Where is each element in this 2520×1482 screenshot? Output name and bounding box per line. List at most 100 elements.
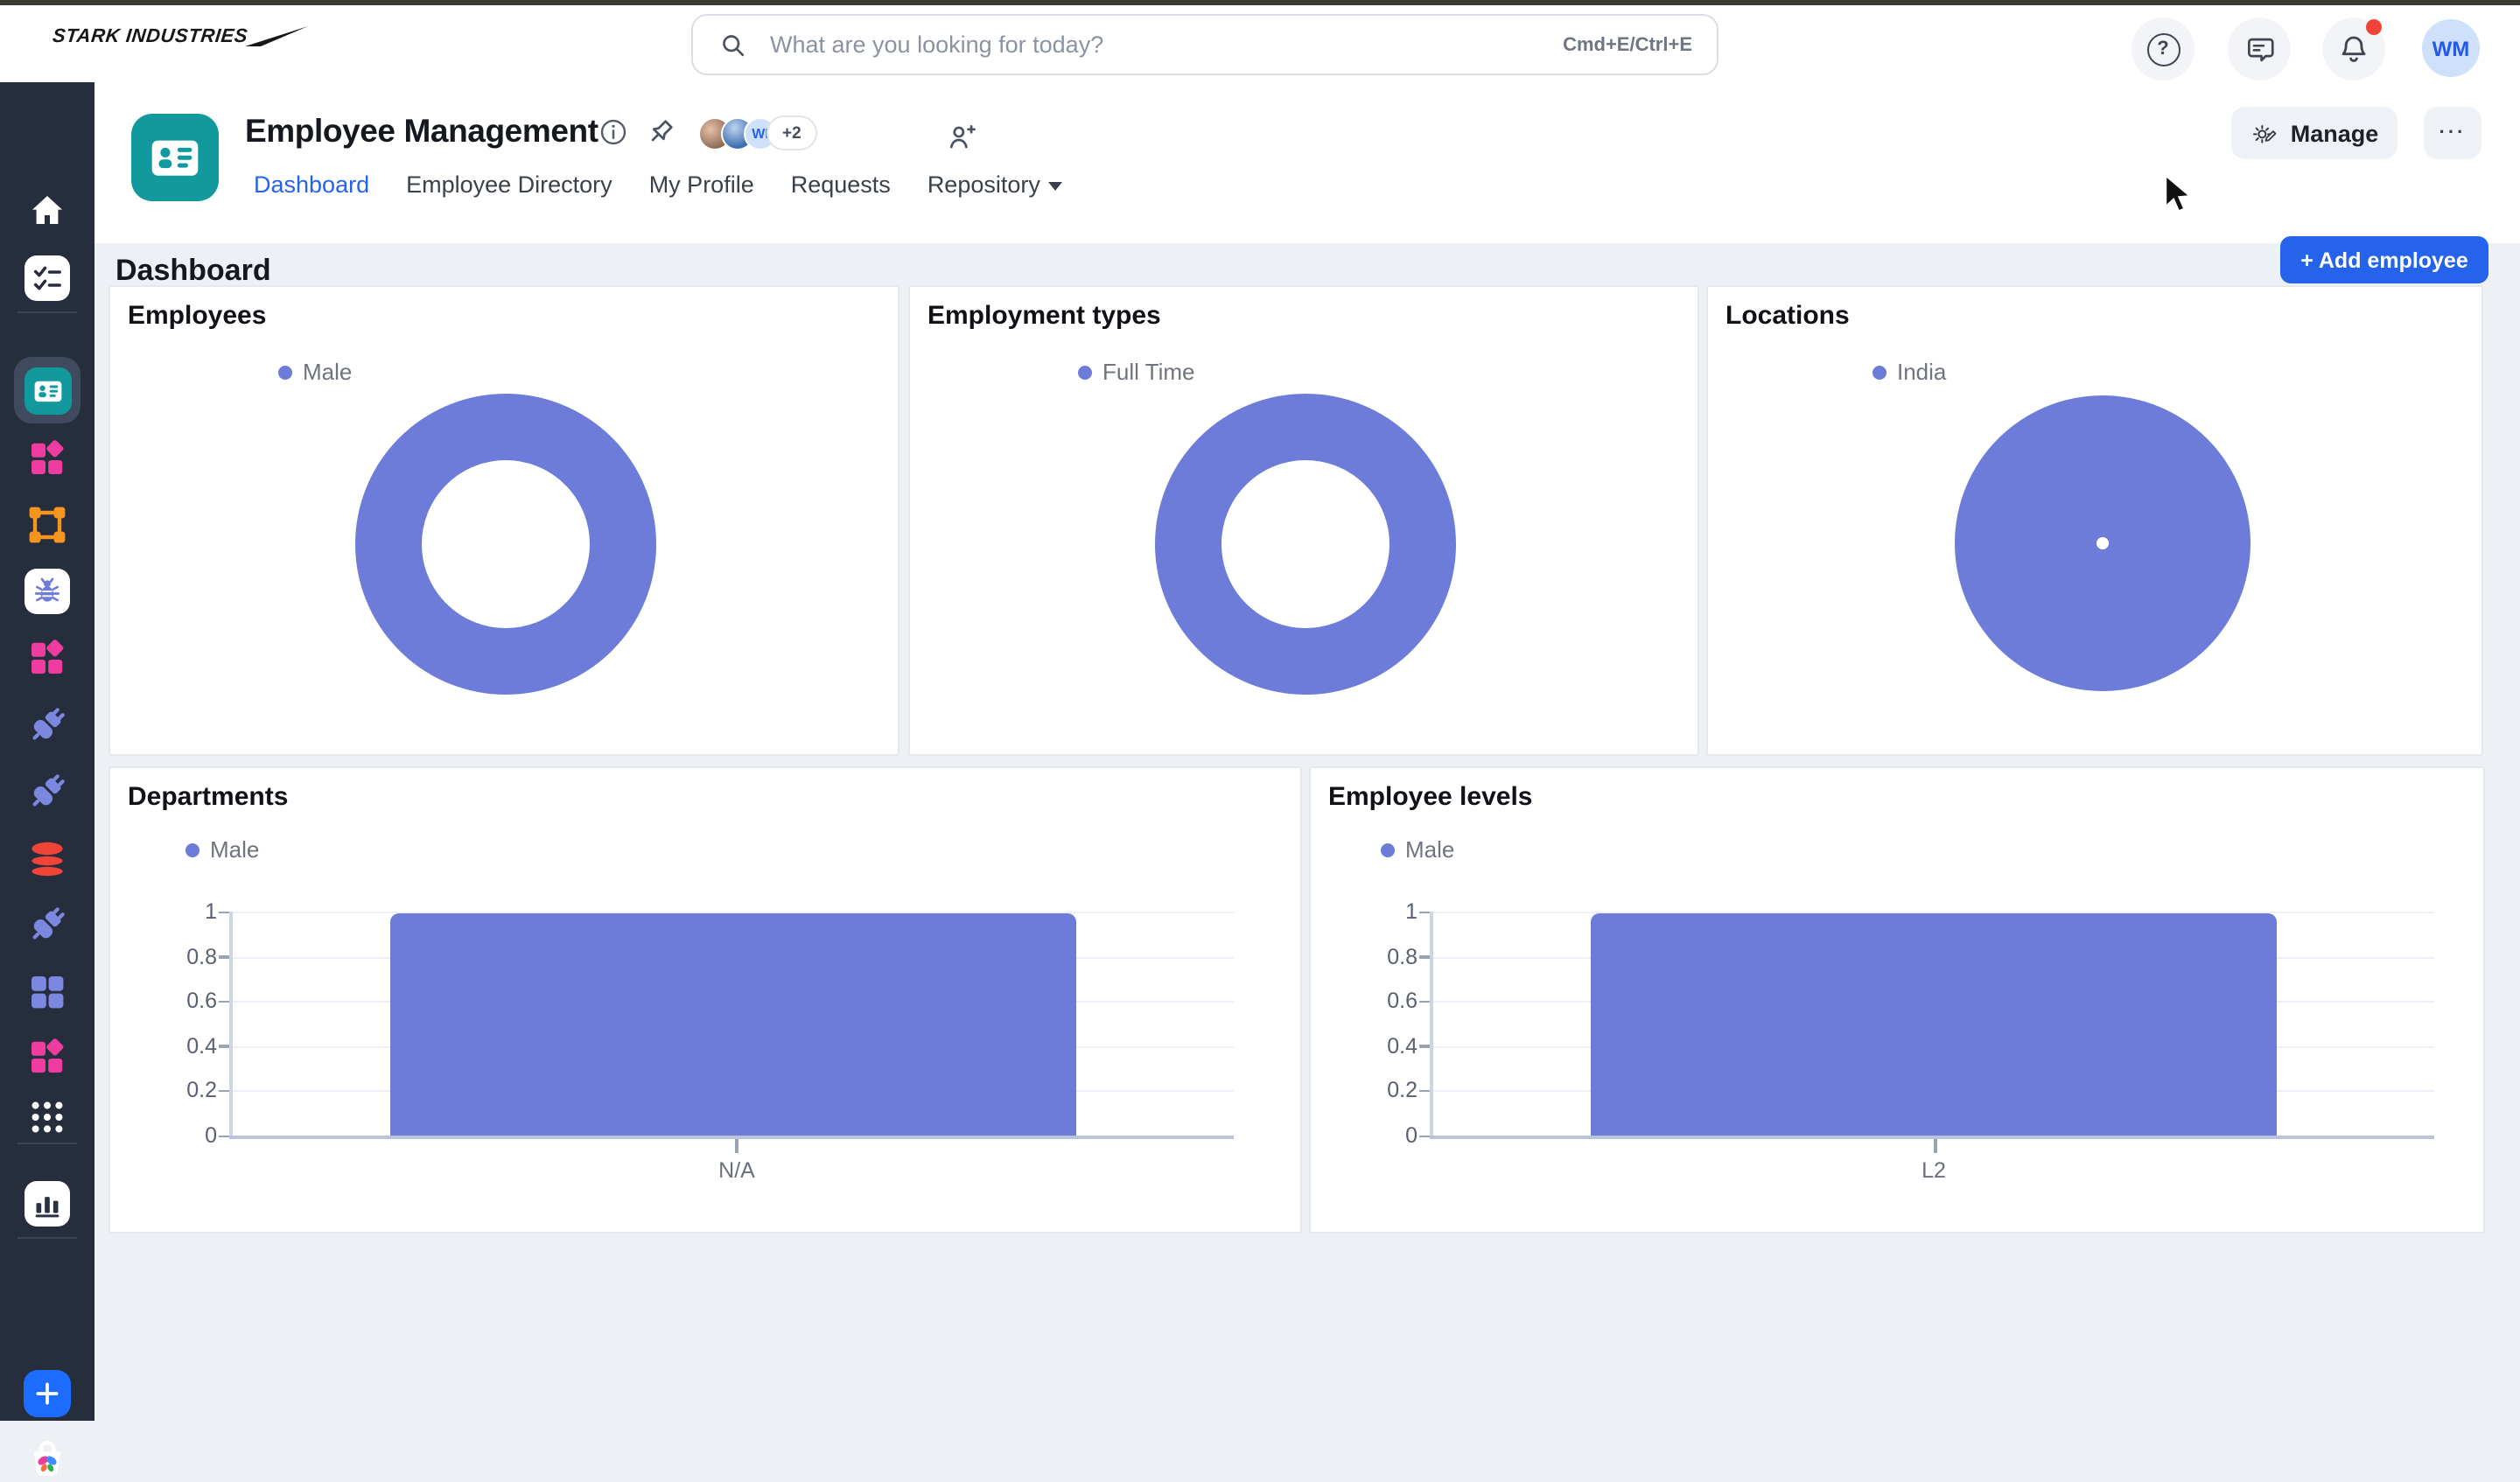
manage-button[interactable]: Manage	[2231, 107, 2398, 159]
sidebar-item-plug-2[interactable]	[25, 770, 69, 814]
y-axis-label: 1	[147, 898, 217, 926]
legend-item-male[interactable]: Male	[1381, 836, 1454, 863]
global-search[interactable]: Cmd+E/Ctrl+E	[691, 14, 1718, 75]
tab-requests[interactable]: Requests	[791, 171, 891, 198]
legend-item-male[interactable]: Male	[186, 836, 259, 863]
y-axis-label: 1	[1348, 898, 1418, 926]
sidebar-item-plug-3[interactable]	[25, 903, 69, 947]
y-axis-label: 0.2	[1348, 1077, 1418, 1105]
database-icon	[24, 836, 70, 882]
y-axis-label: 0.4	[147, 1032, 217, 1060]
tab-dashboard[interactable]: Dashboard	[254, 171, 369, 198]
top-bar: STARK INDUSTRIES Cmd+E/Ctrl+E ? WM	[0, 5, 2520, 82]
pie-center-dot	[2096, 537, 2109, 549]
sidebar-item-create-new[interactable]	[24, 1370, 71, 1417]
card-employees: Employees Male	[108, 285, 900, 756]
member-avatars[interactable]: WI +2	[698, 115, 817, 150]
sidebar-item-database[interactable]	[24, 836, 70, 882]
x-axis-category-label: N/A	[632, 1158, 842, 1183]
home-icon	[26, 191, 68, 233]
legend-dot-icon	[1381, 842, 1395, 856]
pie-chart-locations	[1955, 395, 2250, 691]
notifications-button[interactable]	[2322, 17, 2385, 80]
info-icon[interactable]	[597, 115, 630, 149]
chart-title: Departments	[128, 782, 288, 812]
section-heading: Dashboard	[116, 254, 271, 289]
feedback-button[interactable]	[2228, 17, 2291, 80]
add-member-icon[interactable]	[945, 121, 978, 154]
bug-icon	[24, 569, 70, 614]
pink-apps-icon	[26, 1036, 68, 1078]
sidebar-item-home[interactable]	[26, 191, 68, 233]
pink-apps-icon	[26, 437, 68, 479]
bar-male-l2	[1591, 912, 2277, 1136]
card-employee-levels: Employee levels Male 1 0.8 0.6 0.4 0.2 0	[1309, 766, 2485, 1234]
sidebar-item-apps-purple[interactable]	[26, 971, 68, 1013]
sidebar-item-bug[interactable]	[24, 569, 70, 614]
sidebar-item-frame-orange[interactable]	[26, 504, 68, 546]
more-options-button[interactable]: ···	[2424, 107, 2482, 159]
screen: STARK INDUSTRIES Cmd+E/Ctrl+E ? WM	[0, 0, 2520, 1421]
y-axis-label: 0.8	[1348, 942, 1418, 970]
y-axis-label: 0	[147, 1122, 217, 1150]
sidebar-item-apps-pink[interactable]	[26, 437, 68, 479]
pin-icon[interactable]	[644, 115, 677, 149]
y-axis-label: 0	[1348, 1122, 1418, 1150]
chevron-down-icon	[1049, 182, 1063, 191]
chat-icon	[2243, 32, 2276, 66]
search-shortcut-hint: Cmd+E/Ctrl+E	[1563, 34, 1692, 55]
marketplace-bag-icon	[24, 1435, 71, 1482]
card-departments: Departments Male 1 0.8 0.6 0.4 0.2 0	[108, 766, 1302, 1234]
legend-item-male[interactable]: Male	[278, 359, 352, 385]
x-tick	[735, 1138, 738, 1152]
sidebar-item-apps-pink-3[interactable]	[26, 1036, 68, 1078]
sidebar-item-tasks[interactable]	[24, 255, 70, 301]
help-icon: ?	[2146, 32, 2180, 66]
legend-dot-icon	[1872, 365, 1886, 379]
y-tick	[219, 955, 229, 958]
user-avatar[interactable]: WM	[2422, 19, 2480, 77]
help-button[interactable]: ?	[2132, 17, 2194, 80]
x-axis-line	[229, 1136, 1234, 1138]
y-tick	[1419, 955, 1430, 958]
app-tabs: Dashboard Employee Directory My Profile …	[254, 171, 1063, 198]
y-tick	[1419, 911, 1430, 913]
sidebar-item-apps-grid[interactable]	[27, 1097, 67, 1137]
plus-icon	[24, 1370, 71, 1417]
chart-title: Employee levels	[1328, 782, 1532, 812]
y-axis-label: 0.4	[1348, 1032, 1418, 1060]
user-initials: WM	[2432, 36, 2470, 60]
y-tick	[219, 1045, 229, 1048]
dashboard-content: Dashboard + Add employee Employees Male …	[94, 243, 2520, 1421]
legend-item-full-time[interactable]: Full Time	[1078, 359, 1194, 385]
card-employment-types: Employment types Full Time	[908, 285, 1699, 756]
app-header: Employee Management WI +2 Dashboard Empl…	[94, 82, 2520, 243]
members-overflow-badge[interactable]: +2	[766, 115, 817, 150]
page-title: Employee Management	[245, 112, 598, 150]
y-axis-line	[1430, 912, 1432, 1136]
company-logo: STARK INDUSTRIES	[52, 26, 307, 47]
y-tick	[1419, 1000, 1430, 1003]
legend-dot-icon	[278, 365, 292, 379]
tab-my-profile[interactable]: My Profile	[649, 171, 754, 198]
legend-item-india[interactable]: India	[1872, 359, 1946, 385]
sidebar-divider	[18, 1143, 77, 1144]
sidebar-item-employee-management[interactable]	[14, 357, 80, 423]
sidebar-item-marketplace[interactable]	[24, 1435, 71, 1482]
tab-employee-directory[interactable]: Employee Directory	[406, 171, 612, 198]
add-employee-button[interactable]: + Add employee	[2280, 236, 2488, 283]
search-input[interactable]	[766, 30, 1563, 59]
x-axis-category-label: L2	[1829, 1158, 2039, 1183]
plug-icon	[25, 703, 69, 747]
y-tick	[1419, 1090, 1430, 1093]
sidebar-item-plug-1[interactable]	[25, 703, 69, 747]
y-axis-label: 0.6	[147, 987, 217, 1015]
x-tick	[1934, 1138, 1936, 1152]
chart-title: Locations	[1726, 301, 1850, 331]
bar-male-na	[390, 912, 1076, 1136]
sidebar-item-apps-pink-2[interactable]	[26, 637, 68, 679]
tab-repository[interactable]: Repository	[928, 171, 1063, 198]
y-tick	[219, 911, 229, 913]
y-tick	[219, 1090, 229, 1093]
sidebar-item-analytics[interactable]	[24, 1181, 70, 1227]
